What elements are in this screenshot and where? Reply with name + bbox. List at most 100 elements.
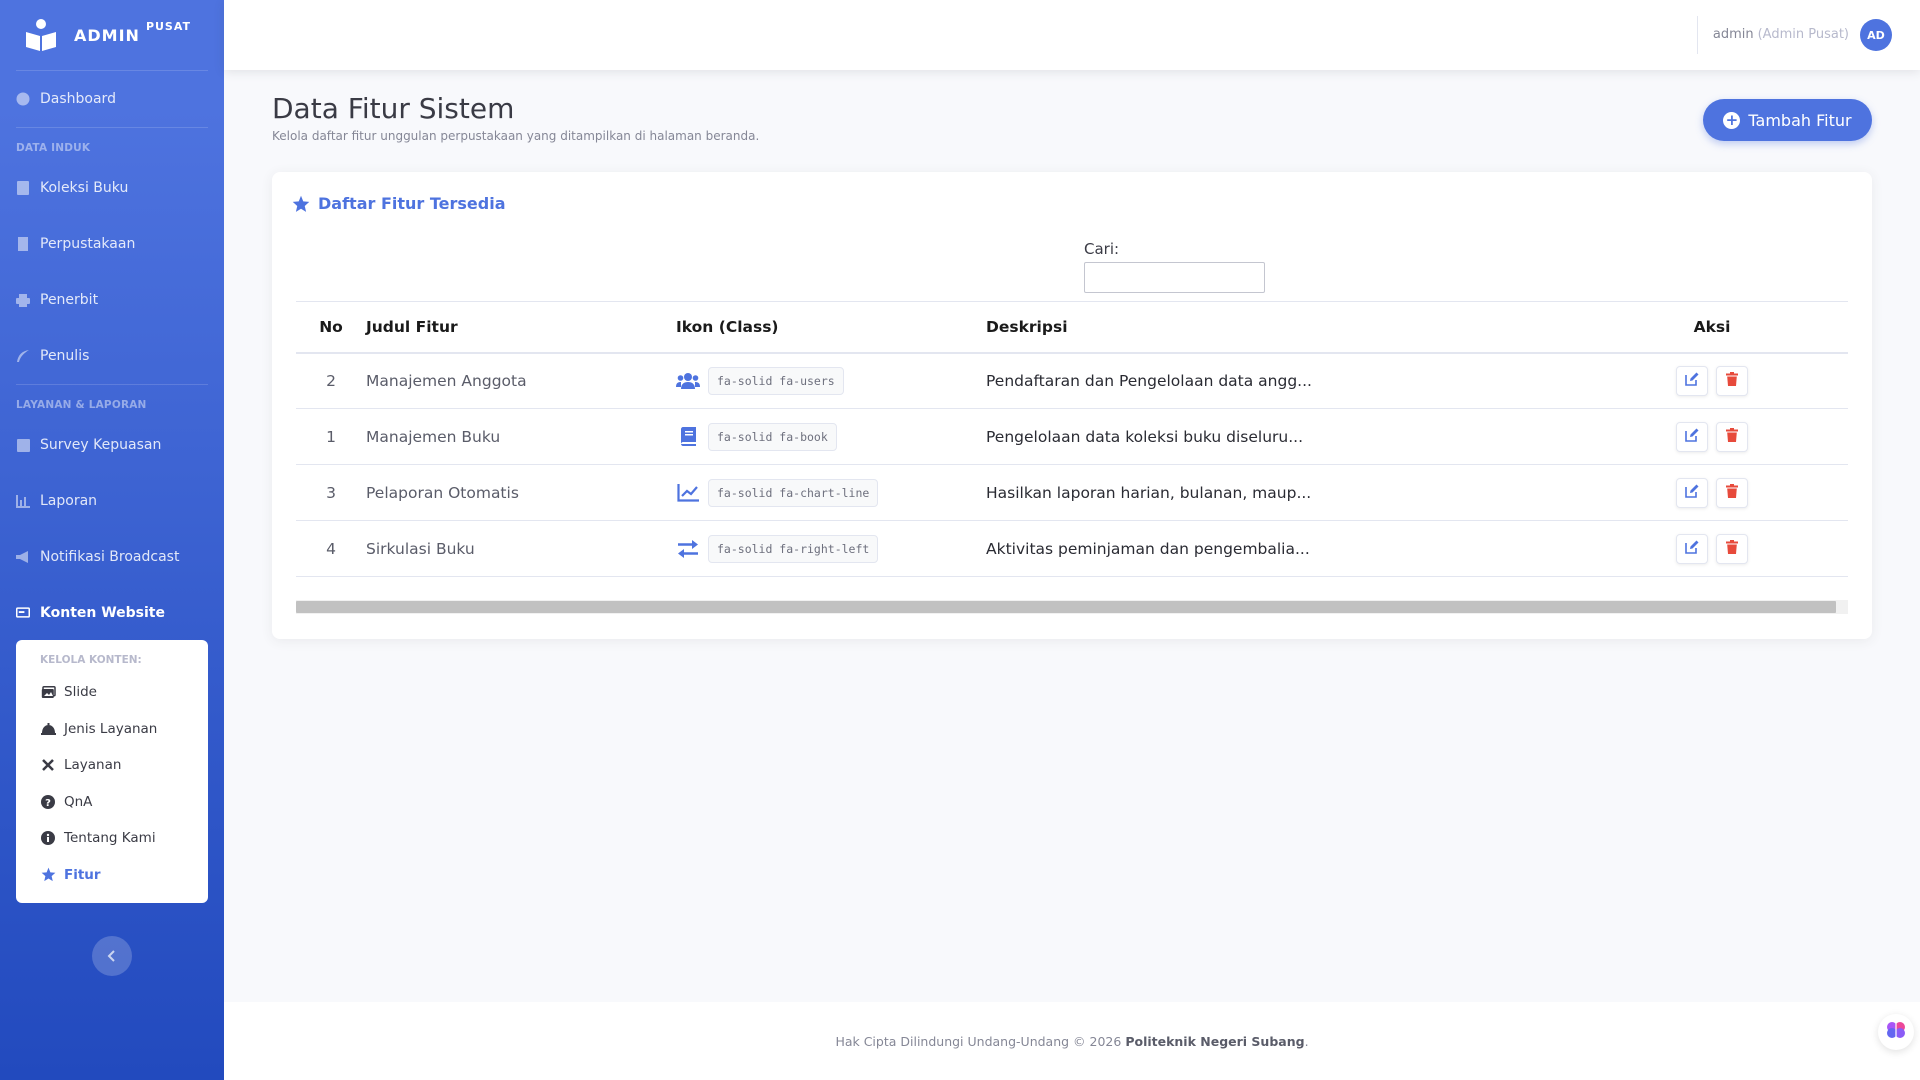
footer-text: Hak Cipta Dilindungi Undang-Undang © 202…: [835, 1033, 1122, 1049]
card-title: Daftar Fitur Tersedia: [292, 194, 506, 213]
icon-class-code: fa-solid fa-chart-line: [708, 478, 879, 507]
cell-ikon: fa-solid fa-right-left: [676, 520, 986, 577]
user-dropdown[interactable]: admin (Admin Pusat): [1713, 0, 1849, 68]
cell-judul: Pelaporan Otomatis: [366, 464, 676, 521]
column-header-ikon[interactable]: Ikon (Class): [676, 301, 986, 354]
sidebar-item-label: Koleksi Buku: [40, 180, 129, 196]
page-title: Data Fitur Sistem: [272, 92, 515, 125]
brand[interactable]: ADMIN PUSAT: [0, 0, 224, 70]
sidebar-item-konten-website[interactable]: Konten Website: [0, 585, 224, 641]
sidebar-heading-layanan: LAYANAN & LAPORAN: [16, 399, 147, 411]
sidebar-item-survey-kepuasan[interactable]: Survey Kepuasan: [0, 417, 224, 473]
sidebar-toggle-button[interactable]: [92, 936, 132, 976]
submenu-item-label: Layanan: [64, 757, 122, 774]
laptop-icon: [16, 606, 30, 620]
plus-circle-icon: +: [1723, 111, 1741, 129]
delete-button[interactable]: [1716, 421, 1748, 452]
sidebar-item-perpustakaan[interactable]: Perpustakaan: [0, 216, 224, 272]
assistant-bubble[interactable]: [1878, 1014, 1914, 1050]
footer: Hak Cipta Dilindungi Undang-Undang © 202…: [224, 1002, 1920, 1080]
cell-ikon: fa-solid fa-chart-line: [676, 464, 986, 521]
brand-subtitle: PUSAT: [145, 19, 192, 33]
submenu-item-label: Fitur: [64, 866, 101, 883]
poll-icon: [16, 438, 30, 452]
edit-button[interactable]: [1676, 421, 1708, 452]
topbar: admin (Admin Pusat) AD: [224, 0, 1920, 70]
footer-end: .: [1304, 1033, 1309, 1049]
sidebar-item-penulis[interactable]: Penulis: [0, 328, 224, 384]
sidebar-item-notifikasi[interactable]: Notifikasi Broadcast: [0, 529, 224, 585]
delete-button[interactable]: [1716, 477, 1748, 508]
info-circle-icon: [40, 830, 56, 846]
sidebar-item-label: Penerbit: [40, 292, 99, 308]
sidebar-item-koleksi-buku[interactable]: Koleksi Buku: [0, 160, 224, 216]
table-row: 3 Pelaporan Otomatis fa-solid fa-chart-l…: [296, 464, 1848, 521]
building-icon: [16, 237, 30, 251]
right-left-icon: [676, 537, 700, 561]
sidebar-item-label: Dashboard: [40, 91, 116, 107]
submenu-item-layanan[interactable]: Layanan: [16, 747, 208, 784]
cell-deskripsi: Pengelolaan data koleksi buku diseluru..…: [986, 408, 1676, 465]
search-input[interactable]: [1084, 262, 1265, 293]
print-icon: [16, 293, 30, 307]
table-row: 4 Sirkulasi Buku fa-solid fa-right-left …: [296, 520, 1848, 577]
column-header-deskripsi[interactable]: Deskripsi: [986, 301, 1676, 354]
feature-table: No Judul Fitur Ikon (Class) Deskripsi Ak…: [296, 301, 1848, 577]
brand-title: ADMIN PUSAT: [74, 20, 191, 45]
konten-submenu: KELOLA KONTEN: Slide Jenis Layanan Layan…: [16, 640, 208, 903]
cell-no: 2: [296, 352, 366, 409]
feature-card: Daftar Fitur Tersedia Cari: No Judul Fit…: [272, 172, 1872, 639]
delete-button[interactable]: [1716, 365, 1748, 396]
submenu-item-label: Tentang Kami: [64, 830, 156, 847]
sidebar-item-dashboard[interactable]: Dashboard: [0, 71, 224, 127]
cell-no: 3: [296, 464, 366, 521]
scrollbar-thumb[interactable]: [296, 601, 1836, 613]
sidebar-item-laporan[interactable]: Laporan: [0, 473, 224, 529]
submenu-item-qna[interactable]: ? QnA: [16, 784, 208, 821]
edit-button[interactable]: [1676, 365, 1708, 396]
cell-aksi: [1676, 352, 1848, 409]
edit-button[interactable]: [1676, 477, 1708, 508]
cell-deskripsi: Hasilkan laporan harian, bulanan, maup..…: [986, 464, 1676, 521]
star-icon: [292, 195, 310, 213]
submenu-item-jenis-layanan[interactable]: Jenis Layanan: [16, 711, 208, 748]
column-header-aksi: Aksi: [1676, 301, 1848, 354]
submenu-item-slide[interactable]: Slide: [16, 674, 208, 711]
sidebar: ADMIN PUSAT Dashboard DATA INDUK Koleksi…: [0, 0, 224, 1080]
submenu-item-label: Jenis Layanan: [64, 720, 158, 737]
footer-org: Politeknik Negeri Subang: [1125, 1033, 1305, 1049]
cell-ikon: fa-solid fa-book: [676, 408, 986, 465]
cell-judul: Manajemen Buku: [366, 408, 676, 465]
add-feature-label: Tambah Fitur: [1748, 110, 1852, 130]
cell-deskripsi: Aktivitas peminjaman dan pengembalia...: [986, 520, 1676, 577]
avatar[interactable]: AD: [1860, 19, 1892, 51]
book-icon: [16, 181, 30, 195]
tachometer-icon: [16, 92, 30, 106]
cell-judul: Manajemen Anggota: [366, 352, 676, 409]
tools-icon: [40, 757, 56, 773]
table-row: 1 Manajemen Buku fa-solid fa-book Pengel…: [296, 408, 1848, 465]
cell-ikon: fa-solid fa-users: [676, 352, 986, 409]
column-header-judul[interactable]: Judul Fitur: [366, 301, 676, 354]
submenu-item-label: QnA: [64, 793, 93, 810]
submenu-item-label: Slide: [64, 684, 97, 701]
submenu-item-fitur[interactable]: Fitur: [16, 857, 208, 894]
sidebar-item-label: Penulis: [40, 348, 90, 364]
horizontal-scrollbar[interactable]: [296, 600, 1848, 614]
book-reader-icon: [24, 18, 58, 52]
add-feature-button[interactable]: + Tambah Fitur: [1703, 99, 1872, 141]
column-header-no[interactable]: No: [296, 301, 366, 354]
search-label: Cari:: [1084, 240, 1120, 258]
user-role: (Admin Pusat): [1757, 26, 1849, 42]
cell-no: 4: [296, 520, 366, 577]
sidebar-item-label: Perpustakaan: [40, 236, 136, 252]
brand-title-text: ADMIN: [74, 25, 140, 45]
submenu-item-tentang-kami[interactable]: Tentang Kami: [16, 820, 208, 857]
chart-bar-icon: [16, 494, 30, 508]
user-name: admin: [1712, 26, 1754, 42]
delete-button[interactable]: [1716, 533, 1748, 564]
edit-button[interactable]: [1676, 533, 1708, 564]
edit-icon: [1685, 484, 1699, 502]
sidebar-item-penerbit[interactable]: Penerbit: [0, 272, 224, 328]
trash-icon: [1726, 427, 1738, 446]
